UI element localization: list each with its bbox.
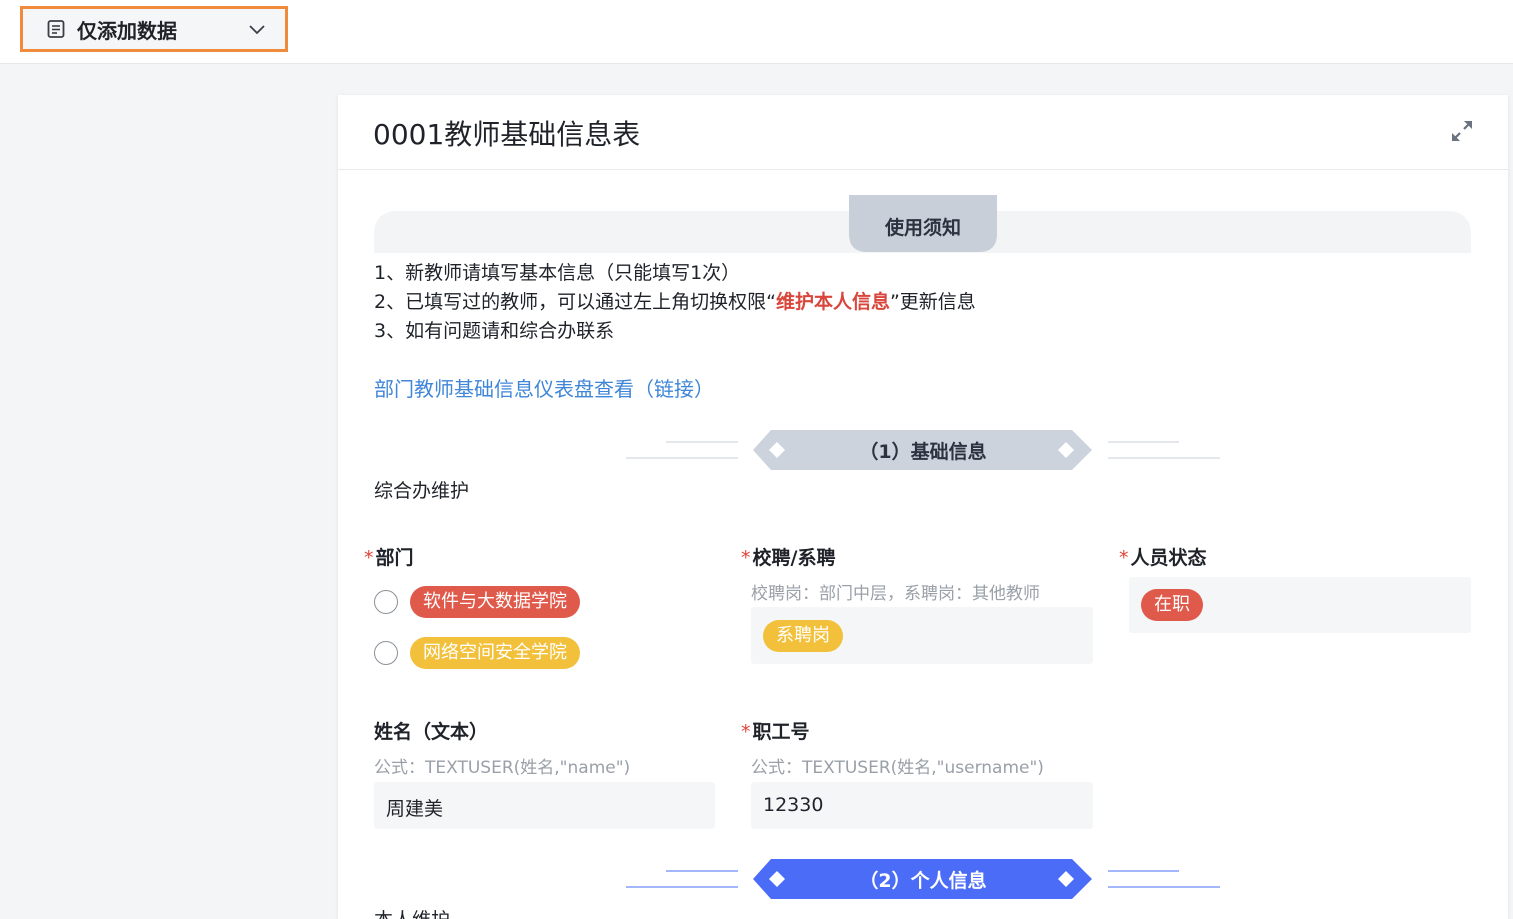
hire-type-hint: 校聘岗：部门中层，系聘岗：其他教师	[751, 584, 1040, 604]
section1-note: 综合办维护	[374, 480, 470, 502]
notice-highlight: 维护本人信息	[775, 291, 890, 313]
required-mark: *	[741, 721, 751, 743]
employee-id-field[interactable]: 12330	[751, 782, 1093, 829]
notice-line-2-start: 2、已填写过的教师，可以通过左上角切换权限“	[374, 291, 776, 313]
form-title: 0001教师基础信息表	[373, 118, 641, 151]
required-mark: *	[1119, 547, 1129, 569]
hire-type-field[interactable]: 系聘岗	[751, 607, 1093, 664]
department-option[interactable]: 软件与大数据学院	[374, 586, 580, 618]
radio-button[interactable]	[374, 590, 398, 614]
required-mark: *	[364, 547, 374, 569]
name-text-value: 周建美	[386, 798, 444, 820]
notice-tab-label: 使用须知	[884, 217, 961, 239]
notice-text: 1、新教师请填写基本信息（只能填写1次） 2、已填写过的教师，可以通过左上角切换…	[374, 259, 976, 346]
permission-select-label: 仅添加数据	[77, 18, 177, 43]
notice-line-2-end: ”更新信息	[889, 291, 976, 313]
section-banner-label: （2）个人信息	[859, 870, 987, 892]
department-option[interactable]: 网络空间安全学院	[374, 637, 580, 669]
hire-type-label: * 校聘/系聘	[741, 543, 835, 570]
hire-type-tag: 系聘岗	[763, 620, 843, 652]
option-tag: 软件与大数据学院	[410, 586, 580, 618]
staff-status-label: * 人员状态	[1119, 543, 1207, 570]
employee-id-label: * 职工号	[741, 717, 810, 744]
chevron-down-icon[interactable]	[247, 20, 267, 40]
notice-tab: 使用须知	[849, 195, 997, 252]
document-icon	[45, 18, 67, 40]
notice-line-1: 1、新教师请填写基本信息（只能填写1次）	[374, 262, 741, 284]
radio-button[interactable]	[374, 641, 398, 665]
top-bar: 仅添加数据	[0, 0, 1513, 64]
permission-select[interactable]: 仅添加数据	[20, 6, 288, 52]
staff-status-label-text: 人员状态	[1130, 547, 1207, 569]
section2-note: 本人维护	[374, 905, 450, 919]
form-card: 0001教师基础信息表 使用须知 1、新教师请填写基本信息（只能填写1次） 2、…	[338, 95, 1508, 919]
name-text-field[interactable]: 周建美	[374, 782, 715, 829]
section-banner-personal-info: （2）个人信息	[626, 857, 1220, 901]
expand-icon[interactable]	[1450, 119, 1474, 143]
notice-header: 使用须知	[374, 195, 1471, 253]
department-label-text: 部门	[375, 547, 414, 569]
staff-status-field[interactable]: 在职	[1129, 577, 1471, 633]
option-tag: 网络空间安全学院	[410, 637, 580, 669]
notice-line-2: 2、已填写过的教师，可以通过左上角切换权限“维护本人信息”更新信息	[374, 288, 976, 317]
section-banner-label: （1）基础信息	[859, 441, 987, 463]
employee-id-value: 12330	[763, 794, 824, 816]
employee-id-hint: 公式：TEXTUSER(姓名,"username")	[751, 758, 1044, 778]
required-mark: *	[741, 547, 751, 569]
dashboard-link[interactable]: 部门教师基础信息仪表盘查看（链接）	[374, 373, 714, 402]
name-text-label: 姓名（文本）	[374, 721, 489, 743]
department-label: * 部门	[364, 543, 414, 570]
form-header: 0001教师基础信息表	[338, 95, 1508, 170]
notice-line-3: 3、如有问题请和综合办联系	[374, 320, 615, 342]
hire-type-label-text: 校聘/系聘	[752, 547, 836, 569]
name-text-hint: 公式：TEXTUSER(姓名,"name")	[374, 758, 631, 778]
section-banner-basic-info: （1）基础信息	[626, 428, 1220, 472]
employee-id-label-text: 职工号	[752, 721, 810, 743]
staff-status-tag: 在职	[1141, 589, 1203, 621]
